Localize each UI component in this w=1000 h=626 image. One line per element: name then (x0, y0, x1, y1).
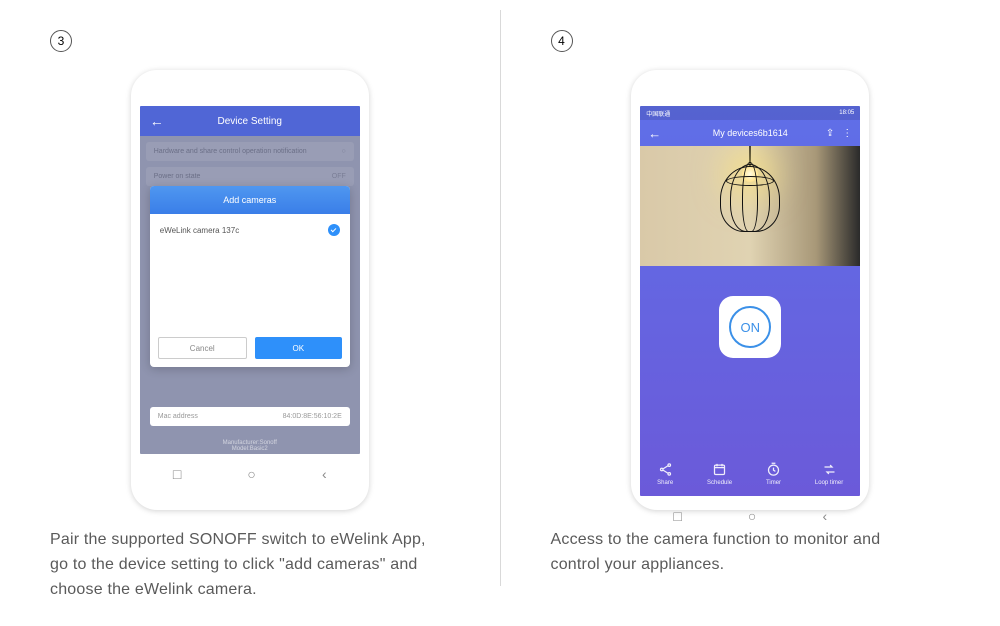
status-bar: 中国联通 18:05 (640, 106, 860, 120)
phone-mockup-4: 中国联通 18:05 ← My devices6b1614 ⇪ ⋮ (631, 70, 869, 510)
app-bar-icons: ⇪ ⋮ (826, 128, 852, 139)
home-button[interactable]: ○ (247, 466, 255, 482)
share-button[interactable]: Share (657, 462, 673, 486)
share-icon[interactable]: ⇪ (826, 128, 834, 139)
ok-button[interactable]: OK (255, 337, 342, 359)
app-bar: ← My devices6b1614 ⇪ ⋮ (640, 120, 860, 146)
screen-3: ← Device Setting Hardware and share cont… (140, 106, 360, 454)
modal-footer: Cancel OK (150, 329, 350, 367)
camera-label: eWeLink camera 137c (160, 226, 239, 235)
step-3-block: 3 ← Device Setting Hardware and share co… (0, 0, 500, 626)
camera-view[interactable] (640, 146, 860, 266)
back-icon[interactable]: ← (648, 126, 661, 141)
back-button[interactable]: ‹ (322, 466, 327, 482)
modal-title: Add cameras (150, 186, 350, 214)
timer-button[interactable]: Timer (766, 462, 781, 486)
carrier: 中国联通 (646, 109, 670, 118)
device-meta: Manufacturer:Sonoff Model:Basic2 (140, 440, 360, 452)
back-icon[interactable]: ← (150, 113, 164, 129)
camera-option[interactable]: eWeLink camera 137c (160, 224, 340, 236)
check-icon (328, 224, 340, 236)
recent-button[interactable]: □ (673, 508, 681, 524)
add-cameras-modal: Add cameras eWeLink camera 137c Cancel O… (150, 186, 350, 367)
app-bar-title: My devices6b1614 (713, 128, 788, 138)
step-number-3: 3 (50, 30, 72, 52)
lamp-cage (720, 160, 780, 232)
mac-item: Mac address 84:0D:8E:56:10:2E (150, 407, 350, 426)
bottom-toolbar: Share Schedule Timer Loop timer (640, 452, 860, 496)
loop-timer-button[interactable]: Loop timer (815, 462, 843, 486)
menu-icon[interactable]: ⋮ (842, 128, 852, 139)
schedule-button[interactable]: Schedule (707, 462, 732, 486)
phone-mockup-3: ← Device Setting Hardware and share cont… (131, 70, 369, 510)
modal-body: eWeLink camera 137c (150, 214, 350, 329)
step-4-block: 4 中国联通 18:05 ← My devices6b1614 ⇪ ⋮ (501, 0, 1000, 626)
power-button[interactable]: ON (719, 296, 781, 358)
step-number-4: 4 (551, 30, 573, 52)
android-nav: □ ○ ‹ (140, 454, 360, 494)
power-label: ON (729, 306, 771, 348)
app-bar: ← Device Setting (140, 106, 360, 136)
app-bar-title: Device Setting (218, 116, 282, 127)
cancel-button[interactable]: Cancel (158, 337, 247, 359)
back-button[interactable]: ‹ (823, 508, 828, 524)
recent-button[interactable]: □ (173, 466, 181, 482)
home-button[interactable]: ○ (748, 508, 756, 524)
android-nav: □ ○ ‹ (640, 496, 860, 536)
screen-4: 中国联通 18:05 ← My devices6b1614 ⇪ ⋮ (640, 106, 860, 496)
step-3-caption: Pair the supported SONOFF switch to eWel… (50, 528, 430, 602)
status-time: 18:05 (839, 110, 854, 116)
